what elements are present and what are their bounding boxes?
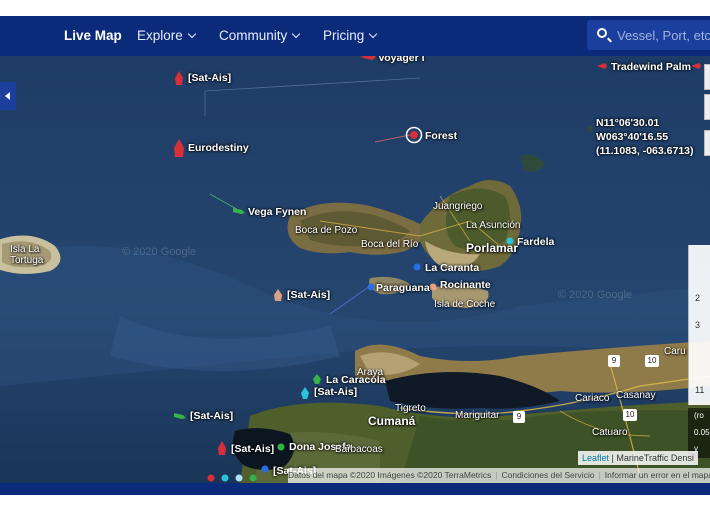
vessel-label-fardela[interactable]: Fardela [517,236,554,248]
map-control-button[interactable] [704,130,710,156]
place-label-araya: Araya [357,367,384,378]
leaflet-link[interactable]: Leaflet [582,453,609,463]
vessel-label-sat-ais[interactable]: [Sat-Ais] [231,443,274,455]
vessel-label-rocinante[interactable]: Rocinante [440,279,491,291]
chevron-down-icon [292,29,301,39]
longitude-value: W063°40'16.55 [596,131,669,143]
vessel-label-la-caranta[interactable]: La Caranta [425,262,479,274]
chevron-left-icon [5,92,10,100]
leaflet-attribution: Leaflet | MarineTraffic Densi [578,451,698,465]
vessel-label-eurodestiny[interactable]: Eurodestiny [188,142,249,154]
terms-link[interactable]: Condiciones del Servicio [501,470,594,480]
place-label-isla-la-tortuga: Isla La Tortuga [10,244,44,266]
place-label-juangriego: Juangriego [433,201,483,212]
sidebar-toggle[interactable] [0,82,16,110]
road-shield: 9 [608,355,620,367]
place-label-boca-del-rio: Boca del Río [361,239,419,250]
map-attribution-bar: Datos del mapa ©2020 Imágenes ©2020 Terr… [288,468,710,483]
live-map-canvas[interactable]: © 2020 Google © 2020 Google Voyager I [S… [0,56,710,483]
panel-value: 11 [695,385,705,395]
place-label-boca-de-pozo: Boca de Pozo [295,225,358,236]
top-navigation-bar: Live Map Explore Community Pricing [0,16,710,56]
place-label-tigreto: Tigreto [395,403,426,414]
road-shield: 9 [513,411,525,423]
report-error-link[interactable]: Informar un error en el mapa [605,470,710,480]
place-label-porlamar: Porlamar [466,241,519,255]
marinetraffic-density-credit: | MarineTraffic Densi [611,453,694,463]
search-icon [597,28,607,38]
nav-community-label: Community [219,28,288,43]
vessel-label-sat-ais[interactable]: [Sat-Ais] [287,289,330,301]
vessel-marker-tanker[interactable] [596,62,608,70]
road-shield: 10 [645,355,659,367]
vessel-marker-tanker[interactable] [217,440,227,456]
place-label-cumana: Cumaná [368,414,416,428]
vessel-label-sat-ais[interactable]: [Sat-Ais] [188,72,231,84]
nav-pricing[interactable]: Pricing [323,16,378,56]
road-shield: 10 [623,409,637,421]
map-control-button[interactable] [704,64,710,90]
vessel-marker-selected[interactable] [405,126,423,144]
vessel-marker-tug[interactable] [300,386,310,400]
place-label-casanay: Casanay [616,390,656,401]
panel-value: 2 [695,293,701,303]
vessel-marker-tanker[interactable] [173,138,185,158]
nav-live-map[interactable]: Live Map [64,16,122,56]
nav-pricing-label: Pricing [323,28,365,43]
panel-value: 3 [695,320,701,330]
place-label-mariguitar: Mariguitar [455,410,500,421]
place-label-caru: Caru [664,346,686,357]
nav-explore[interactable]: Explore [137,16,197,56]
chevron-down-icon [187,29,197,39]
map-control-button[interactable] [704,94,710,120]
place-label-isla-de-coche: Isla de Coche [434,299,496,310]
google-watermark: © 2020 Google [558,289,633,301]
vessel-marker-passenger[interactable] [412,262,422,272]
vessel-marker-cargo[interactable] [173,411,187,421]
search-input[interactable] [617,25,710,45]
vessel-label-sat-ais[interactable]: [Sat-Ais] [314,386,357,398]
decimal-coords: (11.1083, -063.6713) [596,145,694,157]
vessel-label-vega-fynen[interactable]: Vega Fynen [248,206,306,218]
coordinates-readout: N11°06'30.01 W063°40'16.55 (11.1083, -06… [596,116,710,158]
vessel-marker-cargo[interactable] [312,373,322,385]
nav-community[interactable]: Community [219,16,301,56]
nav-explore-label: Explore [137,28,183,43]
vessel-marker-cargo[interactable] [232,206,246,216]
vessel-label-tradewind-palm[interactable]: Tradewind Palm [611,61,691,73]
vessel-info-panel[interactable]: 2 3 11 [688,245,710,405]
vessel-label-sat-ais[interactable]: [Sat-Ais] [190,410,233,422]
vessel-marker-tanker[interactable] [690,62,702,70]
vessel-marker-cargo[interactable] [276,442,286,452]
search-box[interactable] [587,20,710,50]
vessel-cluster[interactable] [205,470,265,483]
vessel-marker-passenger[interactable] [366,282,376,292]
google-watermark: © 2020 Google [122,246,197,258]
panel-value: 0.05 [694,428,710,437]
chevron-down-icon [369,29,378,39]
place-label-barbacoas: Barbacoas [335,444,383,455]
vessel-marker-tanker[interactable] [174,70,184,86]
map-data-credit: Datos del mapa ©2020 Imágenes ©2020 Terr… [288,470,492,480]
vessel-label-voyager[interactable]: Voyager I [378,56,425,64]
vessel-marker-tanker[interactable] [358,56,378,62]
latitude-value: N11°06'30.01 [596,117,660,129]
place-label-cariaco: Cariaco [575,393,610,404]
place-label-la-asuncion: La Asunción [466,220,521,231]
panel-value: (ro [694,411,704,420]
vessel-label-paraguana[interactable]: Paraguana [376,282,430,294]
place-label-catuaro: Catuaro [592,427,628,438]
footer-bar [0,483,710,495]
vessel-marker-unknown[interactable] [273,288,283,302]
vessel-label-forest[interactable]: Forest [425,130,457,142]
